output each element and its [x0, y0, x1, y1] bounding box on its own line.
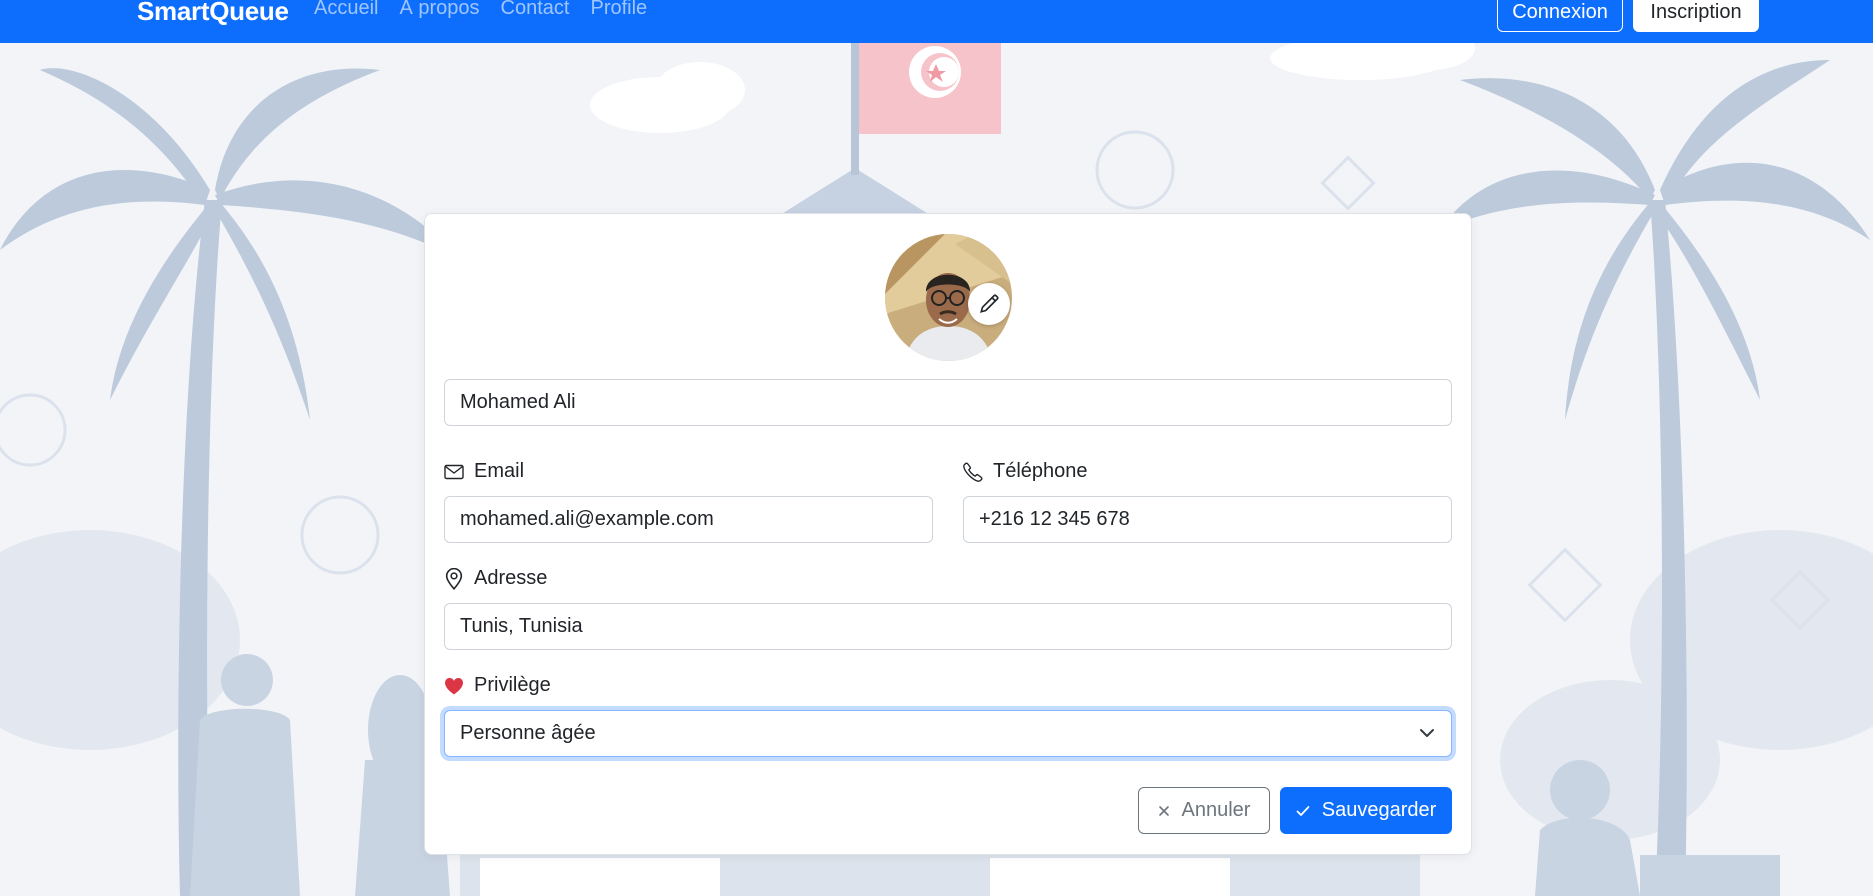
chevron-down-icon: [1420, 729, 1434, 737]
envelope-icon: [444, 464, 464, 479]
nav-links: Accueil À propos Contact Profile: [314, 0, 647, 20]
edit-avatar-button[interactable]: [968, 283, 1010, 325]
login-button[interactable]: Connexion: [1497, 0, 1623, 32]
email-label: Email: [444, 460, 524, 483]
address-label-text: Adresse: [474, 567, 548, 589]
nav-link-contact[interactable]: Contact: [501, 0, 570, 20]
x-icon: [1158, 805, 1169, 816]
privilege-label: Privilège: [444, 674, 551, 697]
telephone-icon: [963, 461, 983, 482]
privilege-select[interactable]: Personne âgée: [444, 710, 1452, 757]
register-button[interactable]: Inscription: [1633, 0, 1759, 32]
save-button[interactable]: Sauvegarder: [1280, 787, 1452, 834]
nav-link-a-propos[interactable]: À propos: [399, 0, 479, 20]
cancel-button-label: Annuler: [1181, 799, 1251, 821]
phone-label: Téléphone: [963, 460, 1088, 483]
check-icon: [1296, 805, 1310, 816]
navbar: SmartQueue Accueil À propos Contact Prof…: [0, 0, 1873, 43]
name-input[interactable]: Mohamed Ali: [444, 379, 1452, 426]
privilege-label-text: Privilège: [474, 674, 551, 696]
cancel-button[interactable]: Annuler: [1138, 787, 1270, 834]
save-button-label: Sauvegarder: [1321, 799, 1437, 821]
email-input[interactable]: mohamed.ali@example.com: [444, 496, 933, 543]
phone-label-text: Téléphone: [993, 460, 1088, 482]
pencil-icon: [980, 294, 999, 313]
geo-pin-icon: [445, 567, 463, 590]
brand-logo[interactable]: SmartQueue: [137, 0, 289, 27]
nav-link-profile[interactable]: Profile: [590, 0, 647, 20]
heart-icon: [444, 677, 464, 694]
profile-card: Mohamed Ali Email mohamed.ali@example.co…: [424, 213, 1472, 855]
email-label-text: Email: [474, 460, 525, 482]
address-label: Adresse: [444, 567, 547, 590]
phone-input[interactable]: +216 12 345 678: [963, 496, 1452, 543]
privilege-select-value: Personne âgée: [460, 722, 596, 744]
nav-link-accueil[interactable]: Accueil: [314, 0, 378, 20]
address-input[interactable]: Tunis, Tunisia: [444, 603, 1452, 650]
